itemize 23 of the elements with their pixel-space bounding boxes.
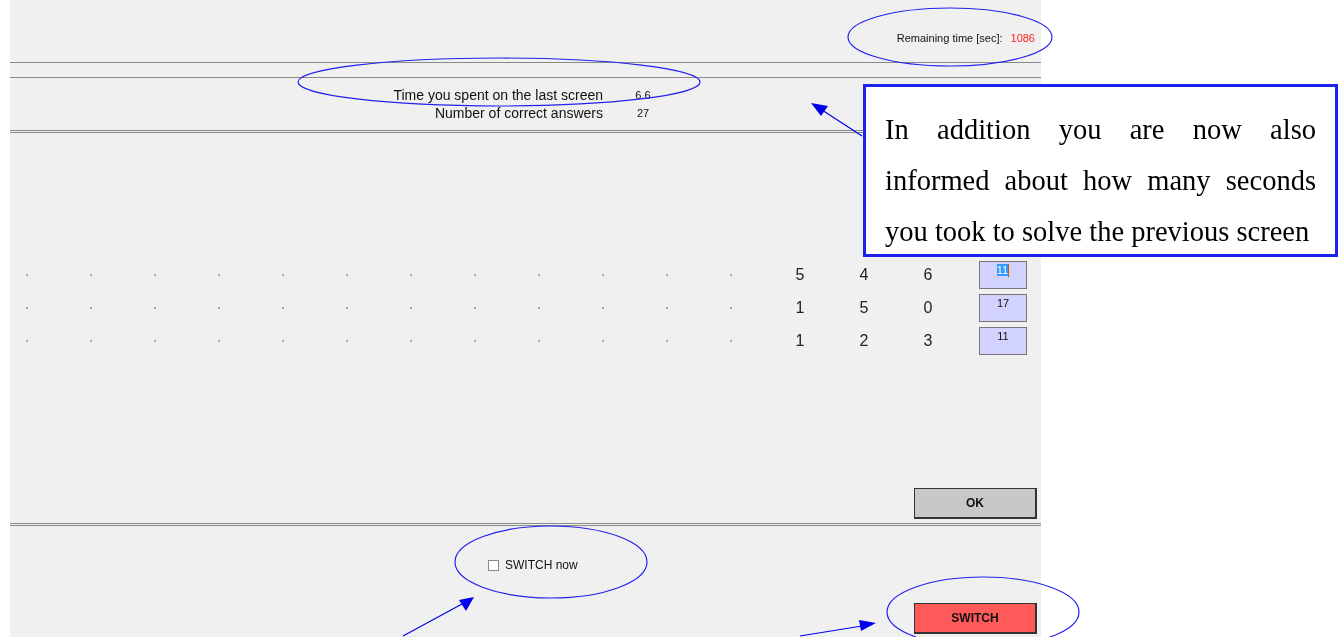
number: 6 xyxy=(922,265,934,284)
number: 1 xyxy=(794,331,806,350)
number: 1 xyxy=(794,298,806,317)
answer-field[interactable]: 11 xyxy=(979,326,1027,355)
pointer-arrow xyxy=(402,597,474,637)
ok-button[interactable]: OK xyxy=(914,488,1037,519)
info-value: 27 xyxy=(635,107,651,119)
number: 3 xyxy=(922,331,934,350)
switch-button[interactable]: SWITCH xyxy=(914,603,1037,634)
number: 0 xyxy=(922,298,934,317)
remaining-time-value: 1086 xyxy=(1010,32,1035,44)
info-value: 6.6 xyxy=(634,89,652,101)
number: 5 xyxy=(858,298,870,317)
remaining-time-label: Remaining time [sec]: xyxy=(896,32,1003,44)
answer-field[interactable]: 17 xyxy=(979,293,1027,322)
number: 2 xyxy=(858,331,870,350)
switch-now-checkbox[interactable]: SWITCH now xyxy=(488,558,578,572)
info-label: Number of correct answers xyxy=(433,105,603,121)
info-label: Time you spent on the last screen xyxy=(392,87,603,103)
callout-text: In addition you are now also informed about how many seconds you took to solve the previous screen xyxy=(863,84,1338,257)
number: 4 xyxy=(858,265,870,284)
number: 5 xyxy=(794,265,806,284)
pointer-arrow xyxy=(811,103,863,137)
